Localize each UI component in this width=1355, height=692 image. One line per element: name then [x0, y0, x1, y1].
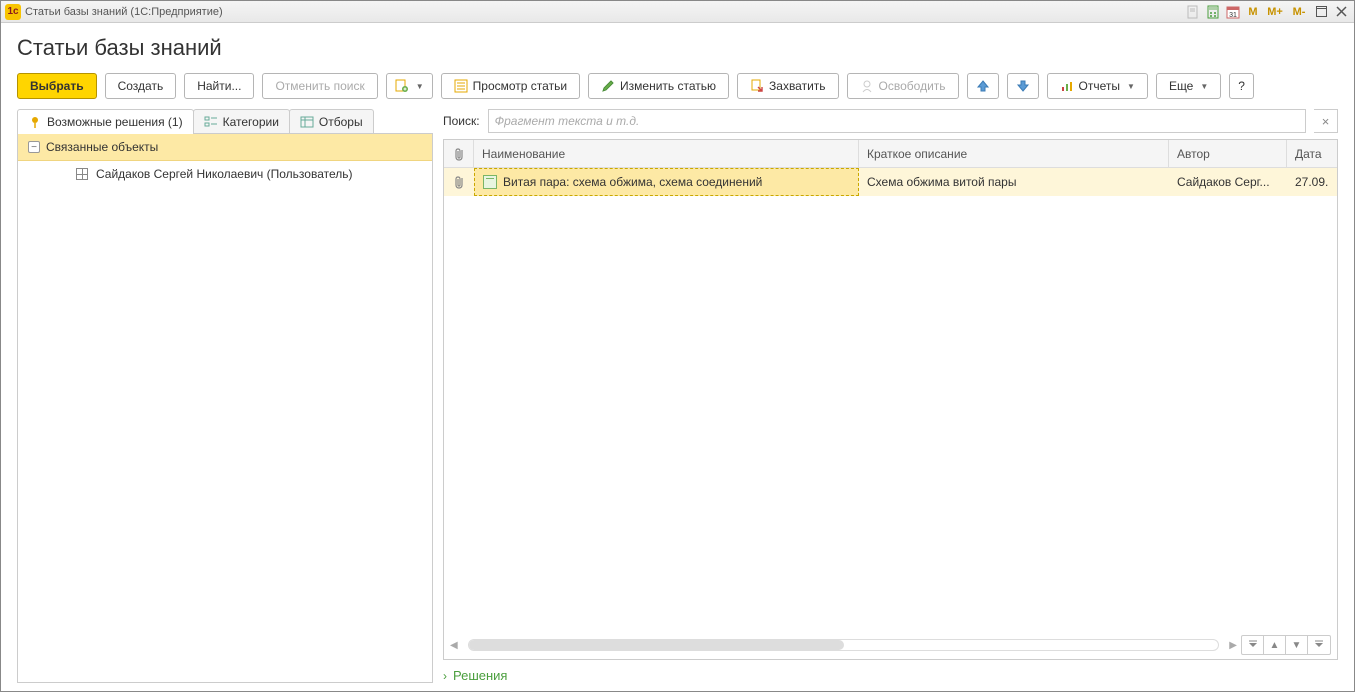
chevron-down-icon: ▼ — [416, 82, 424, 91]
col-attachment[interactable] — [444, 140, 474, 167]
cell-name: Витая пара: схема обжима, схема соединен… — [474, 168, 859, 196]
capture-icon — [750, 79, 764, 93]
search-input[interactable] — [488, 109, 1306, 133]
svg-text:31: 31 — [1229, 12, 1237, 19]
cell-author: Сайдаков Серг... — [1169, 168, 1287, 196]
nav-first-button[interactable] — [1242, 636, 1264, 654]
arrow-up-icon — [976, 79, 990, 93]
create-button[interactable]: Создать — [105, 73, 177, 99]
search-label: Поиск: — [443, 114, 480, 128]
release-button: Освободить — [847, 73, 959, 99]
reports-button[interactable]: Отчеты ▼ — [1047, 73, 1148, 99]
chevron-right-icon: › — [443, 669, 447, 683]
left-panel: Возможные решения (1) Категории Отборы −… — [17, 109, 433, 683]
document-icon — [483, 175, 497, 189]
toolbar: Выбрать Создать Найти... Отменить поиск … — [17, 73, 1338, 99]
tree-item-user[interactable]: Сайдаков Сергей Николаевич (Пользователь… — [18, 161, 432, 187]
table-header: Наименование Краткое описание Автор Дата — [444, 140, 1337, 168]
articles-table: Наименование Краткое описание Автор Дата — [443, 139, 1338, 660]
tree-panel: − Связанные объекты Сайдаков Сергей Нико… — [17, 133, 433, 683]
close-button[interactable] — [1332, 4, 1350, 20]
table-icon — [76, 168, 88, 180]
edit-article-button[interactable]: Изменить статью — [588, 73, 729, 99]
app-icon: 1c — [5, 4, 21, 20]
m-plus-button[interactable]: M+ — [1264, 4, 1286, 20]
arrow-down-icon — [1016, 79, 1030, 93]
solutions-label: Решения — [453, 668, 507, 683]
search-row: Поиск: × — [443, 109, 1338, 133]
tab-categories[interactable]: Категории — [193, 109, 290, 134]
nav-up-button[interactable]: ▲ — [1264, 636, 1286, 654]
view-icon — [454, 79, 468, 93]
find-button[interactable]: Найти... — [184, 73, 254, 99]
col-author[interactable]: Автор — [1169, 140, 1287, 167]
nav-last-button[interactable] — [1308, 636, 1330, 654]
main-area: Возможные решения (1) Категории Отборы −… — [17, 109, 1338, 683]
cell-desc: Схема обжима витой пары — [859, 168, 1169, 196]
right-panel: Поиск: × Наименование Краткое описание А… — [443, 109, 1338, 683]
maximize-button[interactable] — [1312, 4, 1330, 20]
cell-attachment — [444, 168, 474, 196]
tree-header[interactable]: − Связанные объекты — [18, 134, 432, 161]
titlebar-controls: 31 M M+ M- — [1184, 4, 1350, 20]
chevron-down-icon: ▼ — [1127, 82, 1135, 91]
more-button[interactable]: Еще ▼ — [1156, 73, 1221, 99]
m-minus-button[interactable]: M- — [1288, 4, 1310, 20]
scroll-left-icon[interactable]: ◀ — [450, 640, 458, 651]
view-article-button[interactable]: Просмотр статьи — [441, 73, 580, 99]
help-button[interactable]: ? — [1229, 73, 1254, 99]
filter-icon — [300, 115, 314, 129]
content-area: Статьи базы знаний Выбрать Создать Найти… — [1, 23, 1354, 691]
page-title: Статьи базы знаний — [17, 35, 1338, 61]
tab-solutions[interactable]: Возможные решения (1) — [17, 109, 194, 134]
list-icon — [204, 115, 218, 129]
pin-icon — [28, 115, 42, 129]
search-clear-button[interactable]: × — [1314, 109, 1338, 133]
table-footer: ◀ ▶ ▲ ▼ — [444, 631, 1337, 659]
cancel-search-button: Отменить поиск — [262, 73, 377, 99]
arrow-up-button[interactable] — [967, 73, 999, 99]
chevron-down-icon: ▼ — [1200, 82, 1208, 91]
horizontal-scrollbar[interactable] — [468, 639, 1220, 651]
arrow-down-button[interactable] — [1007, 73, 1039, 99]
app-window: 1c Статьи базы знаний (1С:Предприятие) 3… — [0, 0, 1355, 692]
link-dropdown-button[interactable]: ▼ — [386, 73, 433, 99]
collapse-icon[interactable]: − — [28, 141, 40, 153]
chart-icon — [1060, 79, 1074, 93]
capture-button[interactable]: Захватить — [737, 73, 839, 99]
window-title: Статьи базы знаний (1С:Предприятие) — [25, 6, 1184, 18]
paperclip-icon — [453, 175, 465, 189]
table-body: Витая пара: схема обжима, схема соединен… — [444, 168, 1337, 631]
tab-filters[interactable]: Отборы — [289, 109, 374, 134]
release-icon — [860, 79, 874, 93]
col-name[interactable]: Наименование — [474, 140, 859, 167]
col-date[interactable]: Дата — [1287, 140, 1337, 167]
nav-down-button[interactable]: ▼ — [1286, 636, 1308, 654]
select-button[interactable]: Выбрать — [17, 73, 97, 99]
col-desc[interactable]: Краткое описание — [859, 140, 1169, 167]
pencil-icon — [601, 79, 615, 93]
scroll-right-icon[interactable]: ▶ — [1229, 640, 1237, 651]
doc-icon[interactable] — [1184, 4, 1202, 20]
left-tabs: Возможные решения (1) Категории Отборы — [17, 109, 433, 134]
calc-icon[interactable] — [1204, 4, 1222, 20]
calendar-icon[interactable]: 31 — [1224, 4, 1242, 20]
paperclip-icon — [453, 147, 465, 161]
solutions-footer[interactable]: › Решения — [443, 668, 1338, 683]
nav-buttons: ▲ ▼ — [1241, 635, 1331, 655]
m-button[interactable]: M — [1244, 4, 1262, 20]
table-row[interactable]: Витая пара: схема обжима, схема соединен… — [444, 168, 1337, 196]
cell-date: 27.09. — [1287, 168, 1337, 196]
titlebar: 1c Статьи базы знаний (1С:Предприятие) 3… — [1, 1, 1354, 23]
